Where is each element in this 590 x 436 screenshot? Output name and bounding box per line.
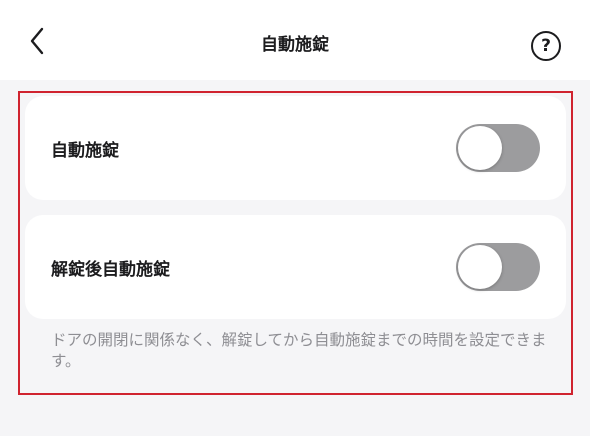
setting-auto-lock: 自動施錠: [25, 96, 566, 200]
auto-lock-toggle[interactable]: [456, 124, 540, 172]
page-title: 自動施錠: [261, 35, 329, 55]
toggle-knob: [458, 126, 502, 170]
help-icon: ?: [541, 36, 551, 56]
setting-auto-lock-after-unlock: 解錠後自動施錠: [25, 215, 566, 319]
description-text: ドアの開閉に関係なく、解錠してから自動施錠までの時間を設定できます。: [51, 331, 547, 370]
auto-lock-after-unlock-toggle[interactable]: [456, 243, 540, 291]
toggle-knob: [458, 245, 502, 289]
header-bar: 自動施錠 ?: [0, 0, 590, 80]
help-button[interactable]: ?: [531, 31, 561, 61]
